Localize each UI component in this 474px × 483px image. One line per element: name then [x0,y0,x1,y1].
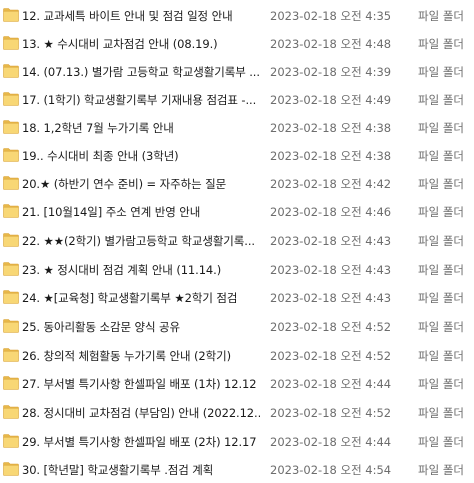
modified-date: 2023-02-18 오전 4:43 [270,233,392,248]
modified-date: 2023-02-18 오전 4:43 [270,262,392,277]
modified-date: 2023-02-18 오전 4:38 [270,120,392,135]
folder-icon [3,175,19,190]
modified-date: 2023-02-18 오전 4:52 [270,348,392,363]
folder-icon [3,289,19,304]
file-type: 파일 폴더 [418,8,464,23]
file-row[interactable]: 18. 1,2학년 7월 누가기록 안내 2023-02-18 오전 4:38 … [0,114,474,141]
file-row[interactable]: 21. [10월14일] 주소 연계 반영 안내 2023-02-18 오전 4… [0,198,474,225]
file-row[interactable]: 19.. 수시대비 최종 안내 (3학년) 2023-02-18 오전 4:38… [0,142,474,169]
file-row[interactable]: 25. 동아리활동 소감문 양식 공유 2023-02-18 오전 4:52 파… [0,313,474,340]
modified-date: 2023-02-18 오전 4:46 [270,204,392,219]
folder-icon [3,433,19,448]
modified-date: 2023-02-18 오전 4:54 [270,462,392,477]
modified-date: 2023-02-18 오전 4:44 [270,434,392,449]
file-row[interactable]: 27. 부서별 특기사항 한셀파일 배포 (1차) 12.12 2023-02-… [0,370,474,397]
file-type: 파일 폴더 [418,120,464,135]
folder-icon [3,318,19,333]
folder-icon [3,375,19,390]
folder-icon [3,203,19,218]
folder-icon [3,119,19,134]
file-row[interactable]: 24. ★[교육청] 학교생활기록부 ★2학기 점검 2023-02-18 오전… [0,284,474,311]
folder-icon [3,91,19,106]
file-type: 파일 폴더 [418,434,464,449]
file-row[interactable]: 30. [학년말] 학교생활기록부 .점검 계획 2023-02-18 오전 4… [0,456,474,483]
folder-name: 18. 1,2학년 7월 누가기록 안내 [22,120,174,135]
folder-name: 28. 정시대비 교차점검 (부담임) 안내 (2022.12.... [22,405,260,420]
folder-name: 24. ★[교육청] 학교생활기록부 ★2학기 점검 [22,290,238,305]
folder-icon [3,7,19,22]
folder-icon [3,35,19,50]
modified-date: 2023-02-18 오전 4:35 [270,8,392,23]
folder-name: 14. (07.13.) 별가람 고등학교 학교생활기록부 ... [22,64,260,79]
file-type: 파일 폴더 [418,405,464,420]
folder-icon [3,347,19,362]
folder-name: 22. ★★(2학기) 별가람고등학교 학교생활기록... [22,233,255,248]
file-type: 파일 폴더 [418,92,464,107]
folder-name: 23. ★ 정시대비 점검 계획 안내 (11.14.) [22,262,222,277]
modified-date: 2023-02-18 오전 4:52 [270,405,392,420]
modified-date: 2023-02-18 오전 4:38 [270,148,392,163]
file-row[interactable]: 28. 정시대비 교차점검 (부담임) 안내 (2022.12.... 2023… [0,399,474,426]
folder-name: 17. (1학기) 학교생활기록부 기재내용 점검표 -... [22,92,257,107]
file-row[interactable]: 13. ★ 수시대비 교차점검 안내 (08.19.) 2023-02-18 오… [0,30,474,57]
folder-name: 13. ★ 수시대비 교차점검 안내 (08.19.) [22,36,218,51]
file-type: 파일 폴더 [418,204,464,219]
file-row[interactable]: 23. ★ 정시대비 점검 계획 안내 (11.14.) 2023-02-18 … [0,256,474,283]
folder-icon [3,63,19,78]
folder-name: 21. [10월14일] 주소 연계 반영 안내 [22,204,201,219]
folder-name: 26. 창의적 체험활동 누가기록 안내 (2학기) [22,348,231,363]
folder-icon [3,232,19,247]
file-row[interactable]: 20.★ (하반기 연수 준비) = 자주하는 질문 2023-02-18 오전… [0,170,474,197]
file-list: 12. 교과세특 바이트 안내 및 점검 일정 안내 2023-02-18 오전… [0,0,474,483]
folder-name: 25. 동아리활동 소감문 양식 공유 [22,319,180,334]
file-type: 파일 폴더 [418,262,464,277]
folder-name: 29. 부서별 특기사항 한셀파일 배포 (2차) 12.17 [22,434,257,449]
folder-icon [3,404,19,419]
file-row[interactable]: 22. ★★(2학기) 별가람고등학교 학교생활기록... 2023-02-18… [0,227,474,254]
file-type: 파일 폴더 [418,36,464,51]
modified-date: 2023-02-18 오전 4:39 [270,64,392,79]
file-row[interactable]: 26. 창의적 체험활동 누가기록 안내 (2학기) 2023-02-18 오전… [0,342,474,369]
modified-date: 2023-02-18 오전 4:48 [270,36,392,51]
folder-name: 19.. 수시대비 최종 안내 (3학년) [22,148,179,163]
file-type: 파일 폴더 [418,319,464,334]
folder-icon [3,261,19,276]
modified-date: 2023-02-18 오전 4:43 [270,290,392,305]
file-row[interactable]: 14. (07.13.) 별가람 고등학교 학교생활기록부 ... 2023-0… [0,58,474,85]
file-row[interactable]: 17. (1학기) 학교생활기록부 기재내용 점검표 -... 2023-02-… [0,86,474,113]
folder-name: 20.★ (하반기 연수 준비) = 자주하는 질문 [22,176,227,191]
file-type: 파일 폴더 [418,233,464,248]
modified-date: 2023-02-18 오전 4:52 [270,319,392,334]
folder-name: 30. [학년말] 학교생활기록부 .점검 계획 [22,462,214,477]
file-type: 파일 폴더 [418,348,464,363]
file-type: 파일 폴더 [418,290,464,305]
file-row[interactable]: 12. 교과세특 바이트 안내 및 점검 일정 안내 2023-02-18 오전… [0,2,474,29]
modified-date: 2023-02-18 오전 4:49 [270,92,392,107]
folder-icon [3,461,19,476]
modified-date: 2023-02-18 오전 4:42 [270,176,392,191]
modified-date: 2023-02-18 오전 4:44 [270,376,392,391]
file-type: 파일 폴더 [418,462,464,477]
file-type: 파일 폴더 [418,176,464,191]
file-row[interactable]: 29. 부서별 특기사항 한셀파일 배포 (2차) 12.17 2023-02-… [0,428,474,455]
folder-name: 12. 교과세특 바이트 안내 및 점검 일정 안내 [22,8,233,23]
folder-icon [3,147,19,162]
file-type: 파일 폴더 [418,376,464,391]
file-type: 파일 폴더 [418,64,464,79]
folder-name: 27. 부서별 특기사항 한셀파일 배포 (1차) 12.12 [22,376,257,391]
file-type: 파일 폴더 [418,148,464,163]
